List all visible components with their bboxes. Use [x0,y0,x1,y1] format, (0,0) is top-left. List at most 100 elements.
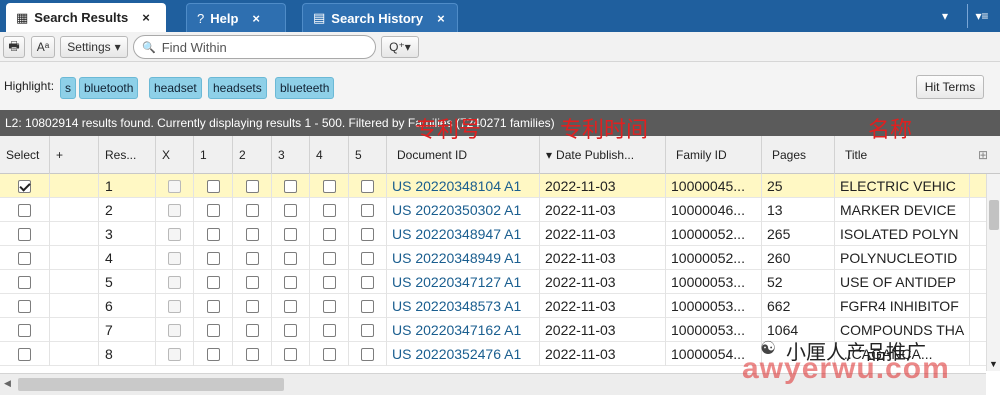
mark-checkbox-4[interactable] [322,347,336,361]
x-checkbox[interactable] [168,275,181,289]
mark-checkbox-3[interactable] [284,299,297,313]
select-checkbox[interactable] [18,323,31,337]
select-checkbox[interactable] [18,299,31,313]
x-checkbox[interactable] [168,227,181,241]
mark-checkbox-1[interactable] [206,323,220,337]
col-pages[interactable]: Pages [762,136,835,174]
mark-checkbox-5[interactable] [361,347,374,361]
table-row[interactable]: 3 US 20220348947 A1 2022-11-03 10000052... 2… [0,222,996,246]
table-row[interactable]: 1 US 20220348104 A1 2022-11-03 10000045... 2… [0,174,996,198]
col-5[interactable]: 5 [349,136,387,174]
hit-terms-button[interactable]: Hit Terms [916,75,984,99]
scroll-left-icon[interactable]: ◀ [4,378,11,389]
col-4[interactable]: 4 [310,136,349,174]
mark-checkbox-4[interactable] [322,275,336,289]
x-checkbox[interactable] [168,251,181,265]
col-plus[interactable]: + [50,136,99,174]
document-id-link[interactable]: US 20220352476 A1 [387,342,540,366]
query-options-button[interactable]: Q⁺▾ [381,36,419,58]
vertical-scroll-thumb[interactable] [989,200,999,230]
col-3[interactable]: 3 [272,136,310,174]
tab-search-results[interactable]: ▦ Search Results × [6,3,166,32]
tab-search-history[interactable]: ▤ Search History × [302,3,458,32]
mark-checkbox-1[interactable] [206,299,220,313]
mark-checkbox-5[interactable] [361,203,374,217]
select-checkbox[interactable] [18,275,31,289]
document-id-link[interactable]: US 20220348949 A1 [387,246,540,270]
select-checkbox[interactable] [18,347,31,361]
mark-checkbox-4[interactable] [322,179,336,193]
expand-columns-icon[interactable]: ⊞ [972,136,996,174]
mark-checkbox-1[interactable] [206,179,220,193]
mark-checkbox-3[interactable] [284,323,297,337]
mark-checkbox-1[interactable] [206,251,220,265]
mark-checkbox-3[interactable] [284,251,297,265]
select-checkbox[interactable] [18,203,31,217]
table-row[interactable]: 2 US 20220350302 A1 2022-11-03 10000046... 1… [0,198,996,222]
document-id-link[interactable]: US 20220348947 A1 [387,222,540,246]
mark-checkbox-2[interactable] [245,299,259,313]
mark-checkbox-2[interactable] [245,179,259,193]
table-row[interactable]: 6 US 20220348573 A1 2022-11-03 10000053... 6… [0,294,996,318]
document-id-link[interactable]: US 20220348104 A1 [387,174,540,198]
mark-checkbox-2[interactable] [245,323,259,337]
document-id-link[interactable]: US 20220350302 A1 [387,198,540,222]
find-within-input[interactable] [161,39,362,55]
mark-checkbox-3[interactable] [284,179,297,193]
mark-checkbox-4[interactable] [322,299,336,313]
select-checkbox[interactable] [18,251,31,265]
highlight-term[interactable]: bluetooth [79,77,139,99]
col-1[interactable]: 1 [194,136,233,174]
highlight-term[interactable]: s [60,77,76,99]
col-family-id[interactable]: Family ID [666,136,762,174]
mark-checkbox-3[interactable] [284,227,297,241]
mark-checkbox-1[interactable] [206,275,220,289]
mark-checkbox-1[interactable] [206,347,220,361]
mark-checkbox-3[interactable] [284,347,297,361]
print-button[interactable]: 🖶 [3,36,25,58]
highlight-term[interactable]: blueteeth [275,77,335,99]
close-icon[interactable]: × [437,11,445,26]
document-id-link[interactable]: US 20220347127 A1 [387,270,540,294]
col-2[interactable]: 2 [233,136,272,174]
mark-checkbox-5[interactable] [361,275,374,289]
find-within-box[interactable]: 🔍 [133,35,376,59]
mark-checkbox-4[interactable] [322,323,336,337]
highlight-term[interactable]: headsets [208,77,267,99]
mark-checkbox-5[interactable] [361,299,374,313]
mark-checkbox-4[interactable] [322,227,336,241]
mark-checkbox-5[interactable] [361,227,374,241]
mark-checkbox-2[interactable] [245,203,259,217]
mark-checkbox-2[interactable] [245,227,259,241]
close-icon[interactable]: × [142,10,150,25]
col-x[interactable]: X [156,136,194,174]
mark-checkbox-1[interactable] [206,203,220,217]
mark-checkbox-4[interactable] [322,251,336,265]
x-checkbox[interactable] [168,299,181,313]
document-id-link[interactable]: US 20220348573 A1 [387,294,540,318]
font-size-button[interactable]: Aᵃ [31,36,55,58]
vertical-scrollbar[interactable]: ▼ [986,174,1000,371]
mark-checkbox-1[interactable] [206,227,220,241]
x-checkbox[interactable] [168,179,181,193]
x-checkbox[interactable] [168,347,181,361]
table-row[interactable]: 4 US 20220348949 A1 2022-11-03 10000052... 2… [0,246,996,270]
x-checkbox[interactable] [168,203,181,217]
col-result[interactable]: Res... [99,136,156,174]
tab-dropdown-icon[interactable]: ▾ [934,5,956,27]
select-checkbox[interactable] [18,179,31,193]
mark-checkbox-4[interactable] [322,203,336,217]
mark-checkbox-2[interactable] [245,275,259,289]
highlight-term[interactable]: headset [149,77,202,99]
mark-checkbox-2[interactable] [245,347,259,361]
mark-checkbox-3[interactable] [284,203,297,217]
document-id-link[interactable]: US 20220347162 A1 [387,318,540,342]
mark-checkbox-3[interactable] [284,275,297,289]
scroll-down-icon[interactable]: ▼ [989,359,998,369]
mark-checkbox-5[interactable] [361,179,374,193]
horizontal-scroll-thumb[interactable] [18,378,284,391]
settings-button[interactable]: Settings ▾ [60,36,128,58]
table-row[interactable]: 5 US 20220347127 A1 2022-11-03 10000053... 5… [0,270,996,294]
col-select[interactable]: Select [0,136,50,174]
tab-help[interactable]: ? Help × [186,3,286,32]
